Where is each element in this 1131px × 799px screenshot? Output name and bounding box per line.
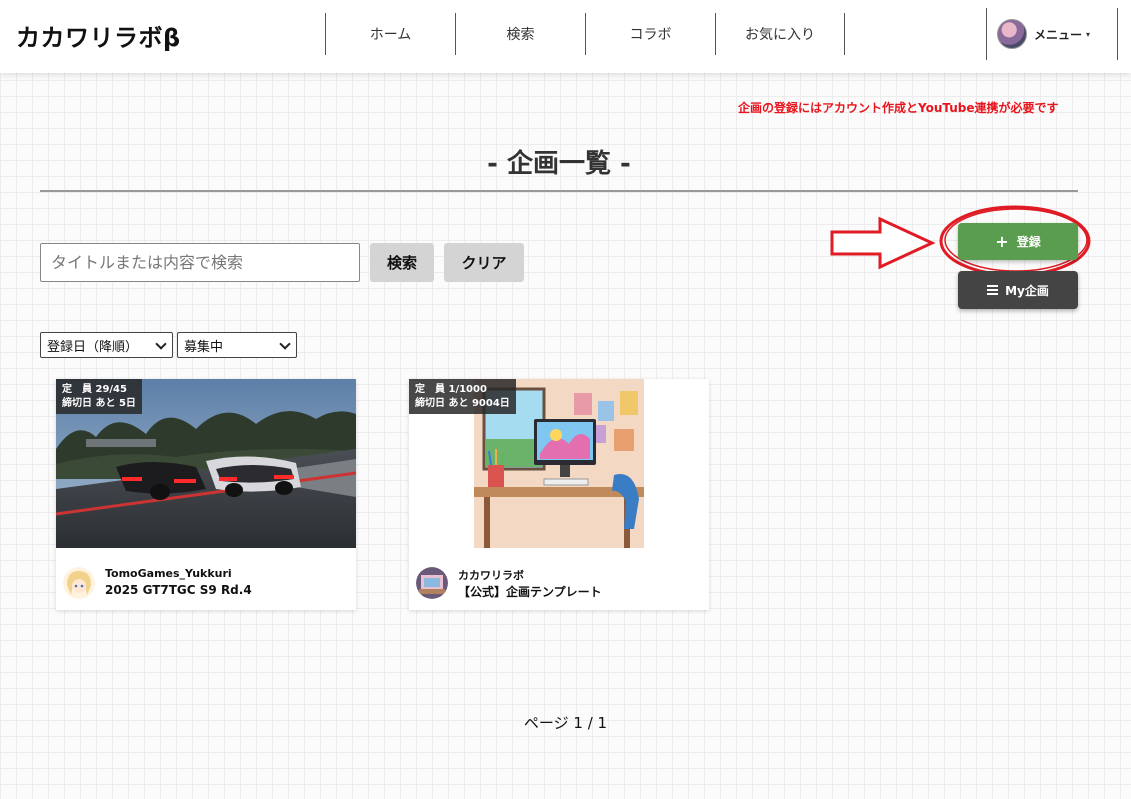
author-name: カカワリラボ — [458, 569, 524, 582]
deadline-text: 締切日 あと 5日 — [62, 398, 136, 409]
nav-home[interactable]: ホーム — [325, 13, 455, 55]
site-header: カカワリラボβ ホーム 検索 コラボ お気に入り メニュー ▾ — [0, 0, 1131, 73]
author-avatar — [416, 567, 448, 599]
register-button[interactable]: + 登録 — [958, 223, 1078, 260]
project-title: 2025 GT7TGC S9 Rd.4 — [105, 583, 252, 597]
search-input[interactable] — [40, 243, 360, 282]
capacity-text: 定 員 29/45 — [62, 384, 127, 395]
status-select[interactable]: 募集中 — [177, 332, 297, 358]
list-icon — [987, 283, 999, 297]
nav-favorites[interactable]: お気に入り — [715, 13, 845, 55]
menu-label: メニュー — [1034, 27, 1083, 42]
my-projects-label: My企画 — [1005, 283, 1049, 298]
page-title: - 企画一覧 - — [487, 149, 631, 179]
main-nav: ホーム 検索 コラボ お気に入り — [325, 13, 845, 55]
nav-collab[interactable]: コラボ — [585, 13, 715, 55]
pagination-label: ページ 1 / 1 — [523, 714, 608, 732]
user-menu-button[interactable]: メニュー ▾ — [986, 8, 1118, 60]
project-card[interactable]: 定 員 1/1000 締切日 あと 9004日 カカワリラボ 【公式】企画テンプ… — [409, 379, 709, 610]
sort-select[interactable]: 登録日（降順） — [40, 332, 173, 358]
sort-select-value: 登録日（降順） — [47, 339, 139, 355]
chevron-down-icon — [155, 338, 167, 350]
caret-down-icon: ▾ — [1086, 29, 1091, 39]
clear-button[interactable]: クリア — [444, 243, 524, 282]
capacity-text: 定 員 1/1000 — [415, 384, 487, 395]
title-divider — [40, 190, 1078, 192]
plus-icon: + — [995, 232, 1009, 251]
register-label: 登録 — [1016, 235, 1041, 249]
capacity-badge: 定 員 29/45 締切日 あと 5日 — [56, 379, 142, 414]
author-name: TomoGames_Yukkuri — [105, 567, 232, 580]
site-logo[interactable]: カカワリラボβ — [16, 18, 181, 53]
search-button[interactable]: 検索 — [370, 243, 434, 282]
chevron-down-icon — [279, 338, 291, 350]
deadline-text: 締切日 あと 9004日 — [415, 398, 510, 409]
project-card[interactable]: 定 員 29/45 締切日 あと 5日 TomoGames_Yukkuri 20… — [56, 379, 356, 610]
project-title: 【公式】企画テンプレート — [458, 585, 602, 599]
registration-notice: 企画の登録にはアカウント作成とYouTube連携が必要です — [738, 101, 1059, 115]
user-avatar — [997, 19, 1027, 49]
annotation-arrow — [830, 216, 936, 270]
author-avatar — [63, 567, 95, 599]
status-select-value: 募集中 — [184, 339, 224, 355]
nav-search[interactable]: 検索 — [455, 13, 585, 55]
my-projects-button[interactable]: My企画 — [958, 271, 1078, 309]
capacity-badge: 定 員 1/1000 締切日 あと 9004日 — [409, 379, 516, 414]
